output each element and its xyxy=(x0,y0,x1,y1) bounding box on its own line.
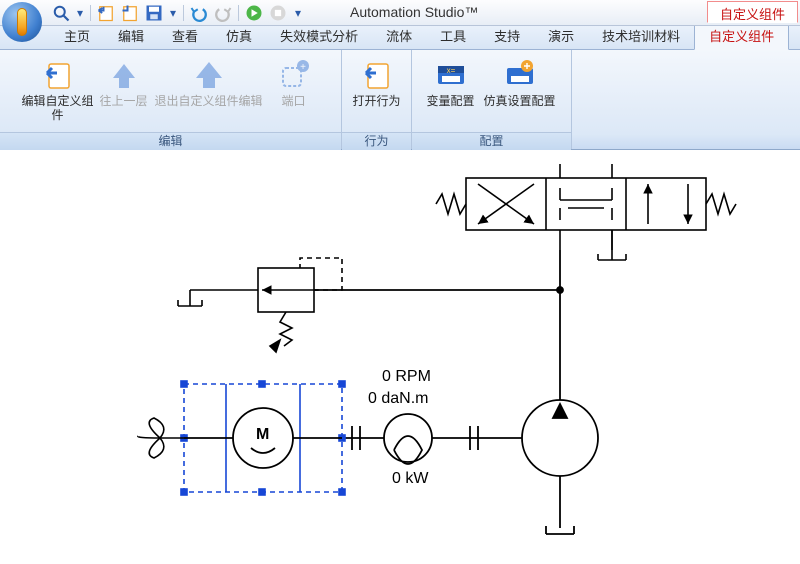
separator xyxy=(90,5,91,21)
variable-config-button[interactable]: x= 变量配置 xyxy=(425,54,477,128)
button-label: 编辑自定义组件 xyxy=(22,94,94,122)
port-button[interactable]: + 端口 xyxy=(268,54,320,128)
ribbon-group-behavior: 打开行为 行为 xyxy=(342,50,412,149)
button-label: 打开行为 xyxy=(352,94,400,108)
torque-readout: 0 daN.m xyxy=(368,390,428,408)
button-label: 变量配置 xyxy=(426,94,474,108)
button-label: 往上一层 xyxy=(99,94,147,108)
context-tab-label: 自定义组件 xyxy=(707,1,798,23)
tab-view[interactable]: 查看 xyxy=(158,22,212,49)
button-label: 端口 xyxy=(281,94,305,108)
tab-training[interactable]: 技术培训材料 xyxy=(588,22,694,49)
redo-icon[interactable] xyxy=(212,3,234,23)
button-label: 仿真设置配置 xyxy=(483,94,555,108)
arrow-up-icon xyxy=(107,58,141,92)
ribbon-group-label: 编辑 xyxy=(0,132,341,150)
button-label: 退出自定义组件编辑 xyxy=(154,94,262,108)
doc-back-icon xyxy=(41,58,75,92)
magnify-icon[interactable] xyxy=(50,3,72,23)
dropdown-icon[interactable]: ▾ xyxy=(167,3,179,23)
ribbon: 编辑自定义组件 往上一层 退出自定义组件编辑 + 端口 编辑 xyxy=(0,50,800,150)
app-title: Automation Studio™ xyxy=(350,4,478,20)
import2-icon[interactable] xyxy=(119,3,141,23)
more-icon[interactable]: ▾ xyxy=(291,3,305,23)
up-one-level-button[interactable]: 往上一层 xyxy=(98,54,150,128)
ribbon-group-edit: 编辑自定义组件 往上一层 退出自定义组件编辑 + 端口 编辑 xyxy=(0,50,342,149)
sim-settings-config-button[interactable]: 仿真设置配置 xyxy=(481,54,559,128)
var-drawer-icon: x= xyxy=(434,58,468,92)
dropdown-icon[interactable]: ▾ xyxy=(74,3,86,23)
schematic-canvas[interactable]: M 0 RPM 0 daN.m 0 kW xyxy=(0,150,800,564)
tab-fluid[interactable]: 流体 xyxy=(372,22,426,49)
ribbon-group-label: 配置 xyxy=(412,132,571,150)
ribbon-group-label: 行为 xyxy=(342,132,411,150)
undo-icon[interactable] xyxy=(188,3,210,23)
app-logo[interactable] xyxy=(2,2,42,42)
port-icon: + xyxy=(277,58,311,92)
svg-text:x=: x= xyxy=(446,66,455,75)
title-bar: ▾ ▾ ▾ Automation Studio™ 自定义组件 xyxy=(0,0,800,26)
tab-failure-mode[interactable]: 失效模式分析 xyxy=(266,22,372,49)
separator xyxy=(183,5,184,21)
tab-home[interactable]: 主页 xyxy=(50,22,104,49)
tab-support[interactable]: 支持 xyxy=(480,22,534,49)
sim-drawer-icon xyxy=(503,58,537,92)
exit-edit-button[interactable]: 退出自定义组件编辑 xyxy=(154,54,264,128)
import1-icon[interactable] xyxy=(95,3,117,23)
svg-text:+: + xyxy=(300,62,306,73)
tab-simulation[interactable]: 仿真 xyxy=(212,22,266,49)
edit-custom-component-button[interactable]: 编辑自定义组件 xyxy=(22,54,94,128)
separator xyxy=(238,5,239,21)
save-icon[interactable] xyxy=(143,3,165,23)
hydraulic-schematic xyxy=(0,150,800,564)
menu-tabs: 主页 编辑 查看 仿真 失效模式分析 流体 工具 支持 演示 技术培训材料 自定… xyxy=(0,26,800,50)
play-icon[interactable] xyxy=(243,3,265,23)
doc-back-icon xyxy=(360,58,394,92)
ribbon-group-config: x= 变量配置 仿真设置配置 配置 xyxy=(412,50,572,149)
speed-readout: 0 RPM xyxy=(382,368,431,386)
quick-access-toolbar: ▾ ▾ ▾ xyxy=(50,0,305,25)
power-readout: 0 kW xyxy=(392,470,428,488)
tab-demo[interactable]: 演示 xyxy=(534,22,588,49)
open-behavior-button[interactable]: 打开行为 xyxy=(351,54,403,128)
tab-edit[interactable]: 编辑 xyxy=(104,22,158,49)
tab-tools[interactable]: 工具 xyxy=(426,22,480,49)
motor-symbol-label: M xyxy=(256,426,269,444)
stop-icon[interactable] xyxy=(267,3,289,23)
arrow-up-big-icon xyxy=(192,58,226,92)
app-logo-icon xyxy=(17,8,27,36)
